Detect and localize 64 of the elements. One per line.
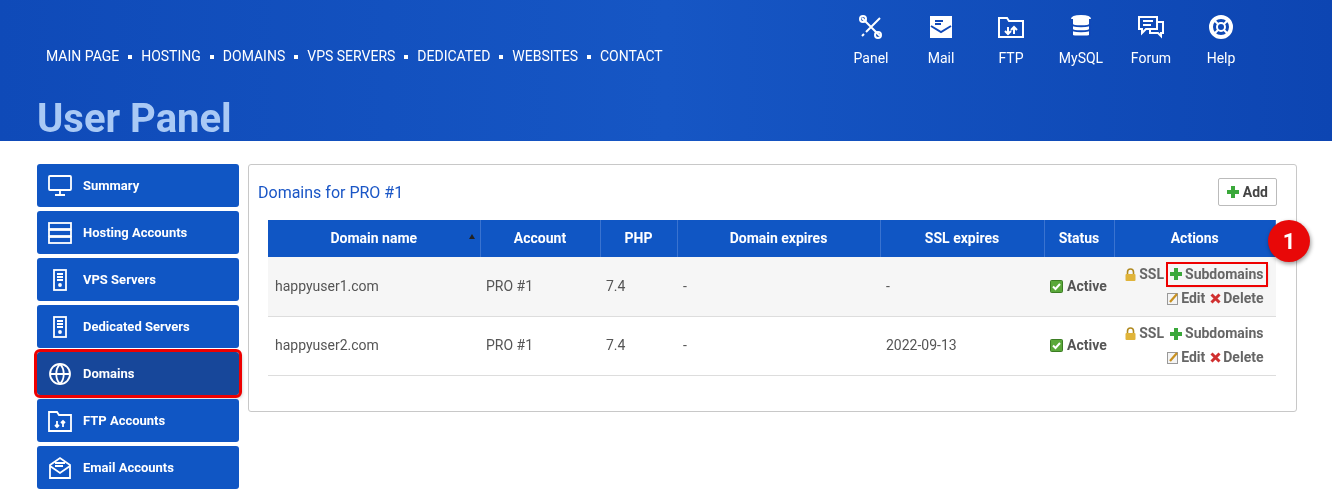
table-cell: happyuser1.com xyxy=(275,277,379,294)
table-cell: - xyxy=(683,337,687,353)
sidebar-item[interactable]: Hosting Accounts xyxy=(37,211,239,254)
sidebar-item[interactable]: FTP Accounts xyxy=(37,399,239,442)
toolbar-button[interactable]: FTP xyxy=(976,14,1046,69)
nav-link[interactable]: WEBSITES xyxy=(512,46,578,67)
table-cell: PRO #1 xyxy=(486,277,534,294)
toolbar-button[interactable]: Panel xyxy=(836,14,906,69)
add-button[interactable]: Add xyxy=(1217,178,1277,206)
nav-link[interactable]: HOSTING xyxy=(141,46,201,67)
table-cell: 2022-09-13 xyxy=(886,337,957,353)
cross-icon xyxy=(1210,292,1222,304)
pencil-icon xyxy=(1167,351,1180,364)
plus-icon xyxy=(1170,327,1182,340)
table-cell: 7.4 xyxy=(606,277,626,294)
lifebuoy-icon xyxy=(1206,14,1236,40)
sidebar-item[interactable]: Domains xyxy=(37,352,239,395)
padlock-icon xyxy=(1125,267,1137,281)
folder-icon xyxy=(996,14,1026,40)
globe-icon xyxy=(47,361,73,386)
table-cell: 7.4 xyxy=(606,337,626,353)
nav-link[interactable]: DOMAINS xyxy=(222,46,286,67)
toolbar-button[interactable]: Forum xyxy=(1116,14,1186,69)
pencil-icon xyxy=(1167,291,1180,305)
cross-icon xyxy=(1210,352,1222,363)
sidebar-item[interactable]: Dedicated Servers xyxy=(37,305,239,348)
toolbar-button[interactable]: Mail xyxy=(906,14,976,69)
ssl-link[interactable]: SSL xyxy=(1125,263,1164,285)
padlock-icon xyxy=(1125,327,1137,340)
edit-link[interactable]: Edit xyxy=(1167,287,1206,309)
subdomains-link[interactable]: Subdomains xyxy=(1168,323,1266,344)
toolbar-button[interactable]: Help xyxy=(1186,14,1256,69)
panel-title: Domains for PRO #1 xyxy=(258,182,404,204)
monitor-icon xyxy=(47,173,73,198)
delete-link[interactable]: Delete xyxy=(1210,347,1264,368)
callout-badge: 1 xyxy=(1268,220,1310,262)
nav-link[interactable]: CONTACT xyxy=(600,46,663,67)
toolbar-button[interactable]: MySQL xyxy=(1046,14,1116,69)
table-cell: happyuser2.com xyxy=(275,337,379,353)
sidebar-item[interactable]: Email Accounts xyxy=(37,446,239,489)
edit-link[interactable]: Edit xyxy=(1167,347,1206,368)
plus-icon xyxy=(1170,268,1182,281)
table-cell: - xyxy=(683,277,687,294)
ssl-link[interactable]: SSL xyxy=(1125,323,1164,344)
checkbox-icon xyxy=(1050,279,1063,293)
page-title: User Panel xyxy=(37,95,233,143)
server-rack-icon xyxy=(47,220,73,245)
nav-link[interactable]: MAIN PAGE xyxy=(46,46,120,67)
checkbox-icon xyxy=(1050,339,1063,352)
table-cell: PRO #1 xyxy=(486,337,534,353)
nav-link[interactable]: VPS SERVERS xyxy=(307,46,396,67)
status-label: Active xyxy=(1067,276,1107,296)
nav-link[interactable]: DEDICATED xyxy=(417,46,491,67)
status-label: Active xyxy=(1067,336,1107,355)
folder-icon xyxy=(47,408,73,433)
chat-bubbles-icon xyxy=(1136,14,1166,40)
sort-icon xyxy=(468,234,475,239)
subdomains-link[interactable]: Subdomains xyxy=(1168,263,1266,285)
sidebar-item[interactable]: Summary xyxy=(37,164,239,207)
plus-icon xyxy=(1226,186,1239,198)
envelope-icon xyxy=(47,455,73,480)
sidebar-item[interactable]: VPS Servers xyxy=(37,258,239,301)
table-cell: - xyxy=(886,277,890,294)
delete-link[interactable]: Delete xyxy=(1210,287,1264,309)
